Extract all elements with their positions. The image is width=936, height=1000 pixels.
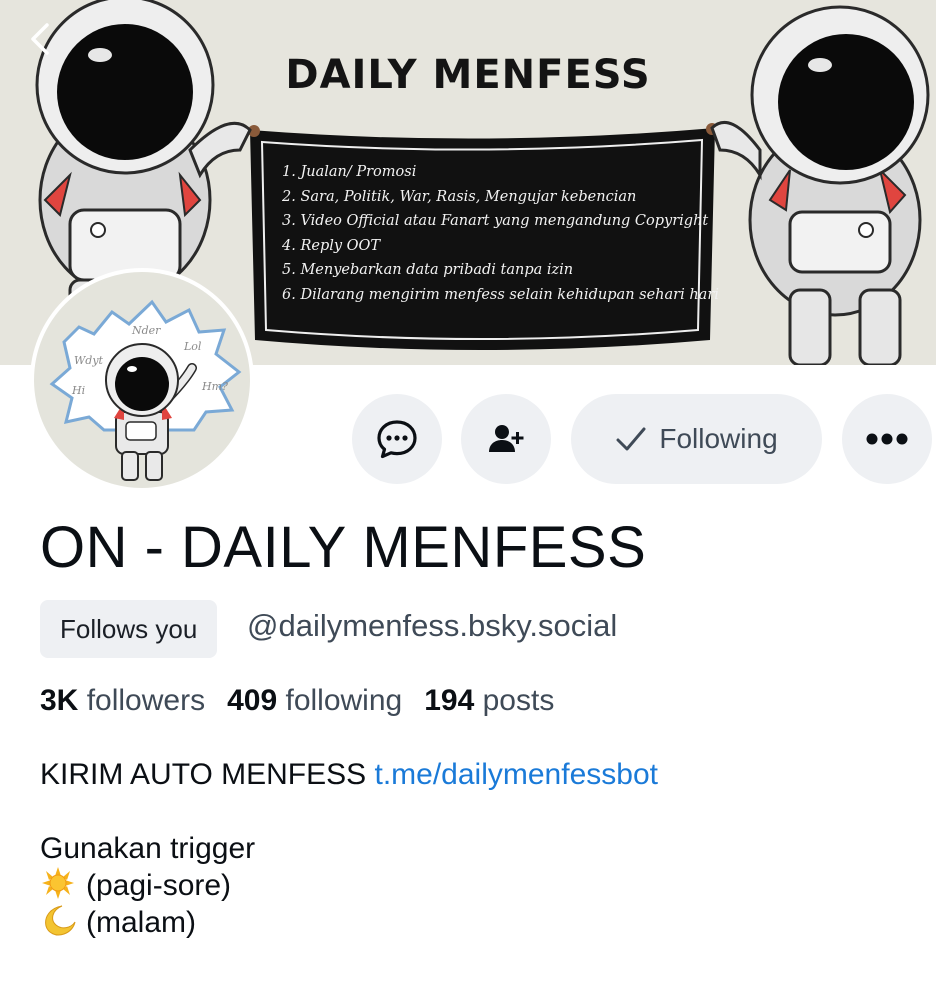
sun-emoji-icon — [42, 867, 74, 899]
more-horizontal-icon — [866, 433, 908, 445]
message-button[interactable] — [352, 394, 442, 484]
following-button-label: Following — [659, 423, 778, 454]
banner-rule-item: 5. Menyebarkan data pribadi tanpa izin — [282, 262, 574, 278]
banner-title: DAILY MENFESS — [285, 52, 651, 98]
more-options-button[interactable] — [842, 394, 932, 484]
followers-count: 3K — [40, 684, 79, 717]
avatar[interactable]: Wdyt Nder Lol Hi Hm? — [30, 268, 254, 492]
follows-you-label: Follows you — [60, 613, 198, 644]
bio-line: (pagi-sore) — [40, 867, 658, 904]
bubble-word: Hi — [71, 384, 85, 397]
chevron-left-icon — [31, 23, 49, 55]
banner-rule-item: 3. Video Official atau Fanart yang menga… — [282, 213, 709, 229]
bubble-word: Lol — [183, 340, 202, 353]
profile-stats: 3K followers 409 following 194 posts — [40, 684, 554, 718]
following-button[interactable]: Following — [571, 394, 822, 484]
avatar-image: Wdyt Nder Lol Hi Hm? — [34, 272, 250, 488]
banner-rule-item: 1. Jualan/ Promosi — [282, 164, 417, 180]
bio-blank-line — [40, 793, 658, 830]
profile-handle[interactable]: @dailymenfess.bsky.social — [247, 608, 617, 644]
bio-text: (malam) — [86, 906, 196, 939]
banner-rule-item: 2. Sara, Politik, War, Rasis, Mengujar k… — [282, 188, 637, 205]
add-to-list-button[interactable] — [461, 394, 551, 484]
bio-line: KIRIM AUTO MENFESS t.me/dailymenfessbot — [40, 756, 658, 793]
banner-rules-list: 1. Jualan/ Promosi 2. Sara, Politik, War… — [282, 160, 719, 307]
followers-stat[interactable]: 3K followers — [40, 684, 205, 718]
following-stat[interactable]: 409 following — [227, 684, 402, 718]
following-label: following — [285, 684, 403, 717]
check-icon — [616, 427, 646, 451]
chat-bubble-icon — [377, 420, 417, 459]
crescent-moon-emoji-icon — [45, 905, 76, 936]
followers-label: followers — [86, 684, 206, 717]
posts-count: 194 — [424, 684, 475, 717]
bubble-word: Wdyt — [74, 354, 104, 367]
bio-telegram-link[interactable]: t.me/dailymenfessbot — [375, 758, 658, 791]
posts-stat: 194 posts — [424, 684, 554, 718]
bio-text: KIRIM AUTO MENFESS — [40, 758, 375, 791]
person-plus-icon — [489, 425, 524, 452]
bio-text: (pagi-sore) — [86, 869, 232, 902]
back-button[interactable] — [28, 22, 64, 62]
bio-line: (malam) — [40, 904, 658, 941]
banner-rule-item: 4. Reply OOT — [282, 237, 381, 254]
bio-line: Gunakan trigger — [40, 832, 256, 865]
posts-label: posts — [482, 684, 555, 717]
banner-rule-item: 6. Dilarang mengirim menfess selain kehi… — [282, 286, 719, 303]
display-name: ON - DAILY MENFESS — [40, 515, 647, 580]
follows-you-badge: Follows you — [40, 600, 218, 658]
bubble-word: Nder — [131, 324, 161, 337]
profile-bio: KIRIM AUTO MENFESS t.me/dailymenfessbot … — [40, 756, 658, 941]
bubble-word: Hm? — [201, 380, 228, 393]
following-count: 409 — [227, 684, 278, 717]
